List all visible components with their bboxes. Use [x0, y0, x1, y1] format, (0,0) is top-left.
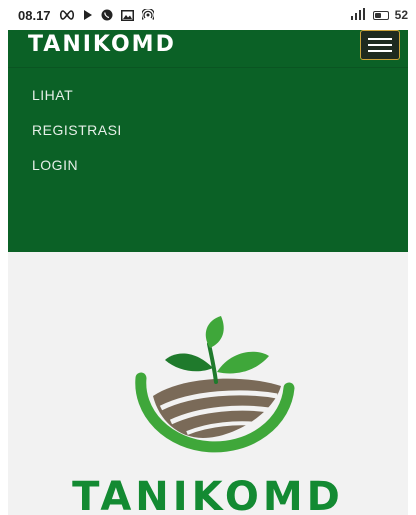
battery-level: 52	[394, 8, 408, 22]
play-icon	[83, 9, 93, 21]
status-time: 08.17	[18, 7, 51, 23]
image-icon	[120, 9, 134, 21]
status-right: 52	[350, 7, 408, 23]
battery-icon	[372, 10, 389, 20]
nav-link-registrasi[interactable]: REGISTRASI	[32, 122, 122, 138]
battery-body	[372, 10, 389, 20]
hero-section: TANIKOMD	[8, 252, 408, 515]
signal-icon	[350, 7, 367, 23]
logo-leaf-top	[205, 316, 224, 348]
logo-leaf-left	[165, 353, 213, 372]
logo-text: TANIKOMD	[72, 474, 344, 515]
sprout-field-logo	[135, 316, 295, 453]
nav-link-lihat[interactable]: LIHAT	[32, 87, 73, 103]
navbar-brand-row: TANIKOMD	[8, 30, 408, 68]
phone-screen: 08.17 52 TANIKOMD LIHAT REGISTRASI LOGIN…	[0, 0, 416, 515]
brand-title[interactable]: TANIKOMD	[28, 32, 176, 57]
logo-leaf-right	[217, 351, 269, 374]
navbar: TANIKOMD LIHAT REGISTRASI LOGIN	[8, 30, 408, 252]
status-bar: 08.17 52	[0, 0, 416, 30]
hamburger-menu-icon-bar	[368, 50, 392, 52]
logo-stem	[207, 342, 218, 384]
hamburger-menu-icon-bar	[368, 44, 392, 46]
loop-icon	[59, 10, 75, 20]
navbar-toggle-button[interactable]	[360, 30, 400, 60]
whatsapp-icon	[101, 9, 113, 21]
battery-fill	[374, 12, 381, 18]
hamburger-menu-icon	[368, 38, 392, 40]
wifi-hotspot-icon	[141, 9, 154, 21]
status-left: 08.17	[18, 8, 154, 23]
nav-link-login[interactable]: LOGIN	[32, 157, 78, 173]
